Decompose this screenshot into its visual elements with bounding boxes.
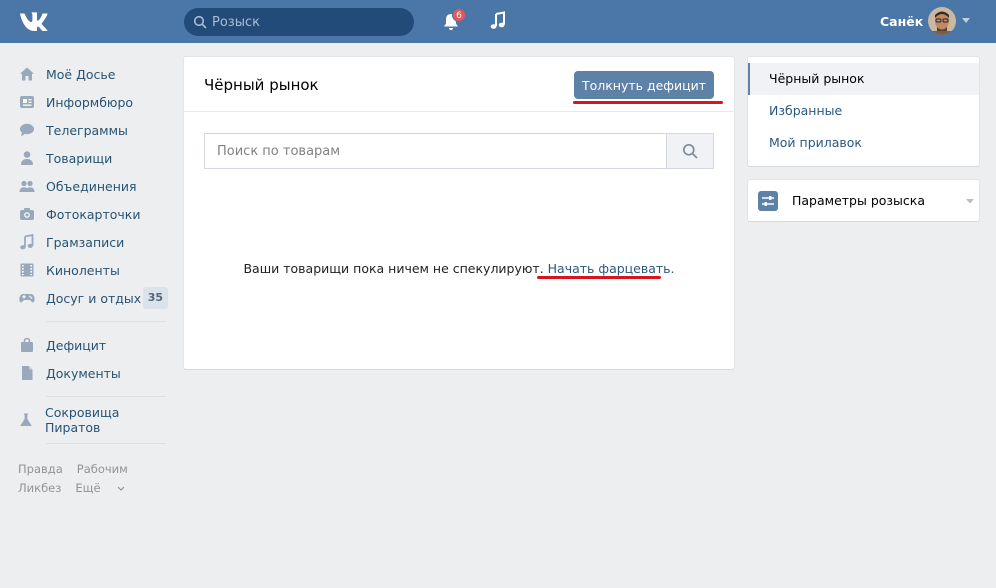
footer-link-developers[interactable]: Рабочим xyxy=(77,462,128,476)
sidebar-item-music[interactable]: Грамзаписи xyxy=(18,228,170,256)
sidebar-item-photos[interactable]: Фотокарточки xyxy=(18,200,170,228)
avatar[interactable] xyxy=(928,7,956,35)
sidebar-footer-links: Правда Рабочим Ликбез Ещё xyxy=(18,460,170,498)
start-selling-link[interactable]: Начать фарцевать. xyxy=(548,261,675,276)
sidebar-divider xyxy=(46,396,166,397)
sidebar-item-label: Сокровища Пиратов xyxy=(45,405,120,435)
top-header: 6 Санёк xyxy=(0,0,996,43)
sidebar-item-market[interactable]: Дефицит xyxy=(18,331,170,359)
empty-state-text: Ваши товарищи пока ничем не спекулируют. xyxy=(243,261,544,276)
sidebar-item-label: Телеграммы xyxy=(46,122,128,138)
sidebar-item-documents[interactable]: Документы xyxy=(18,359,170,387)
sidebar-item-profile[interactable]: Моё Досье xyxy=(18,60,170,88)
sidebar-item-label: Грамзаписи xyxy=(46,234,125,250)
chevron-down-icon xyxy=(117,486,124,491)
market-card: Чёрный рынок Толкнуть дефицит Ваши товар… xyxy=(184,57,734,369)
sidebar-item-videos[interactable]: Киноленты xyxy=(18,256,170,284)
sidebar-item-label: Информбюро xyxy=(46,94,134,110)
flask-icon xyxy=(18,412,34,429)
footer-link-blog[interactable]: Правда xyxy=(18,462,63,476)
red-annotation-underline xyxy=(537,276,661,279)
rmenu-item-market[interactable]: Чёрный рынок xyxy=(748,63,979,95)
news-icon xyxy=(18,94,35,111)
header-search-input[interactable] xyxy=(212,8,407,36)
friend-icon xyxy=(18,150,35,167)
home-icon xyxy=(18,66,35,83)
user-name[interactable]: Санёк xyxy=(880,14,923,29)
sidebar-divider xyxy=(46,443,166,444)
document-icon xyxy=(18,365,35,382)
sidebar-item-news[interactable]: Информбюро xyxy=(18,88,170,116)
search-params-toggle[interactable]: Параметры розыска xyxy=(748,180,979,221)
sidebar-divider xyxy=(46,321,166,322)
search-params-label: Параметры розыска xyxy=(792,193,926,208)
sidebar-item-label: Объединения xyxy=(46,178,137,194)
sidebar-item-label: Товарищи xyxy=(46,150,113,166)
sidebar-item-groups[interactable]: Объединения xyxy=(18,172,170,200)
sidebar-item-games[interactable]: Досуг и отдых 35 xyxy=(18,284,170,312)
rmenu-item-my-items[interactable]: Мой прилавок xyxy=(748,127,979,159)
film-icon xyxy=(18,262,35,279)
notification-badge: 6 xyxy=(452,8,466,22)
market-search-input[interactable] xyxy=(204,133,667,169)
sidebar-item-label: Киноленты xyxy=(46,262,120,278)
camera-icon xyxy=(18,206,35,223)
sidebar-item-label: Досуг и отдых xyxy=(46,290,142,306)
music-note-icon xyxy=(18,234,35,251)
market-right-menu: Чёрный рынок Избранные Мой прилавок xyxy=(748,57,979,166)
groups-icon xyxy=(18,178,35,195)
music-icon[interactable] xyxy=(488,11,508,31)
vk-logo-icon[interactable] xyxy=(18,10,54,32)
add-item-button[interactable]: Толкнуть дефицит xyxy=(574,71,714,99)
sidebar-item-label: Моё Досье xyxy=(46,66,116,82)
rmenu-item-favorites[interactable]: Избранные xyxy=(748,95,979,127)
market-search xyxy=(204,133,714,169)
messages-icon xyxy=(18,122,35,139)
sidebar-item-friends[interactable]: Товарищи xyxy=(18,144,170,172)
footer-link-help[interactable]: Ликбез xyxy=(18,481,61,495)
market-card-header: Чёрный рынок Толкнуть дефицит xyxy=(184,57,734,112)
left-sidebar: Моё Досье Информбюро Телеграммы Товарищи… xyxy=(18,60,170,498)
header-search[interactable] xyxy=(184,8,414,36)
market-search-button[interactable] xyxy=(666,133,714,169)
chevron-down-icon xyxy=(966,199,974,204)
sliders-icon xyxy=(758,191,778,211)
bag-icon xyxy=(18,337,35,354)
sidebar-item-label: Дефицит xyxy=(46,337,107,353)
footer-link-more[interactable]: Ещё xyxy=(75,481,124,495)
games-count-badge: 35 xyxy=(142,287,168,309)
sidebar-item-label: Фотокарточки xyxy=(46,206,141,222)
footer-more-label: Ещё xyxy=(75,481,101,495)
sidebar-item-label: Документы xyxy=(46,365,121,381)
page-title: Чёрный рынок xyxy=(204,76,319,94)
red-annotation-underline xyxy=(573,101,723,104)
sidebar-item-pirate-treasures[interactable]: Сокровища Пиратов xyxy=(18,405,170,435)
chevron-down-icon[interactable] xyxy=(962,18,970,24)
gamepad-icon xyxy=(18,290,35,307)
empty-state-message: Ваши товарищи пока ничем не спекулируют.… xyxy=(184,261,734,276)
sidebar-item-messages[interactable]: Телеграммы xyxy=(18,116,170,144)
search-icon xyxy=(682,143,698,159)
search-icon xyxy=(193,15,207,29)
